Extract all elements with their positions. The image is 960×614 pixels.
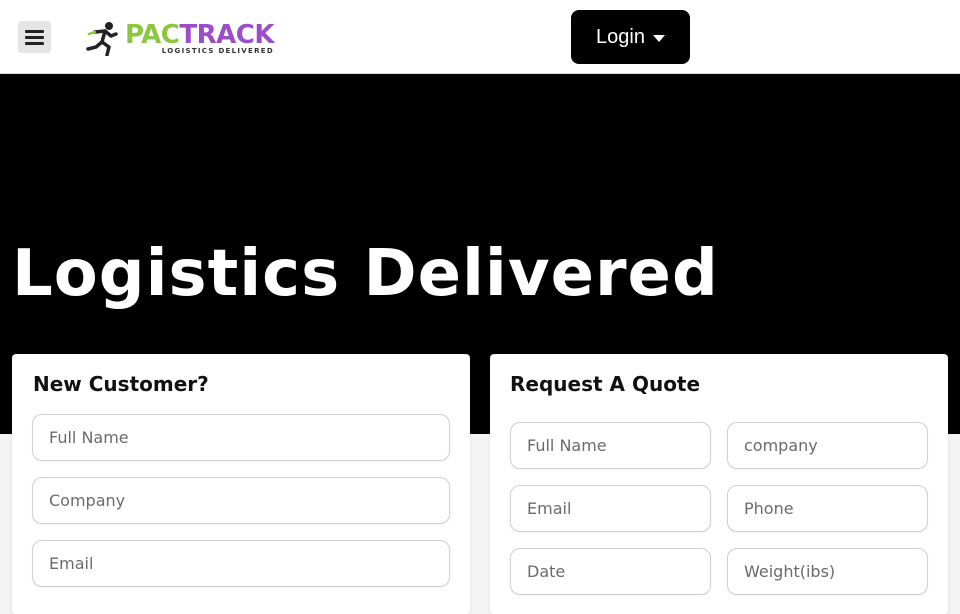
login-label: Login <box>596 25 645 48</box>
new-customer-title: New Customer? <box>33 372 209 396</box>
quote-company-input[interactable] <box>727 422 928 469</box>
quote-email-input[interactable] <box>510 485 711 532</box>
logo-wordmark: PACTRACK LOGISTICS DELIVERED <box>125 21 274 55</box>
new-customer-full-name-input[interactable] <box>32 414 450 461</box>
quote-phone-input[interactable] <box>727 485 928 532</box>
request-quote-title: Request A Quote <box>510 372 701 396</box>
pactrack-logo[interactable]: PACTRACK LOGISTICS DELIVERED <box>85 18 274 58</box>
quote-date-input[interactable] <box>510 548 711 595</box>
new-customer-email-input[interactable] <box>32 540 450 587</box>
logo-part-pac: PAC <box>125 20 180 50</box>
runner-icon <box>86 22 118 56</box>
site-header: PACTRACK LOGISTICS DELIVERED Login <box>0 0 960 74</box>
new-customer-company-input[interactable] <box>32 477 450 524</box>
hamburger-menu-icon[interactable] <box>18 21 51 53</box>
login-button[interactable]: Login <box>571 10 690 64</box>
new-customer-card: New Customer? <box>12 354 470 614</box>
logo-part-track: TRACK <box>179 20 274 50</box>
quote-weight-input[interactable] <box>727 548 928 595</box>
logo-tagline: LOGISTICS DELIVERED <box>161 47 274 55</box>
hero-title: Logistics Delivered <box>12 237 719 311</box>
quote-full-name-input[interactable] <box>510 422 711 469</box>
request-quote-card: Request A Quote <box>490 354 948 614</box>
caret-down-icon <box>652 34 665 42</box>
